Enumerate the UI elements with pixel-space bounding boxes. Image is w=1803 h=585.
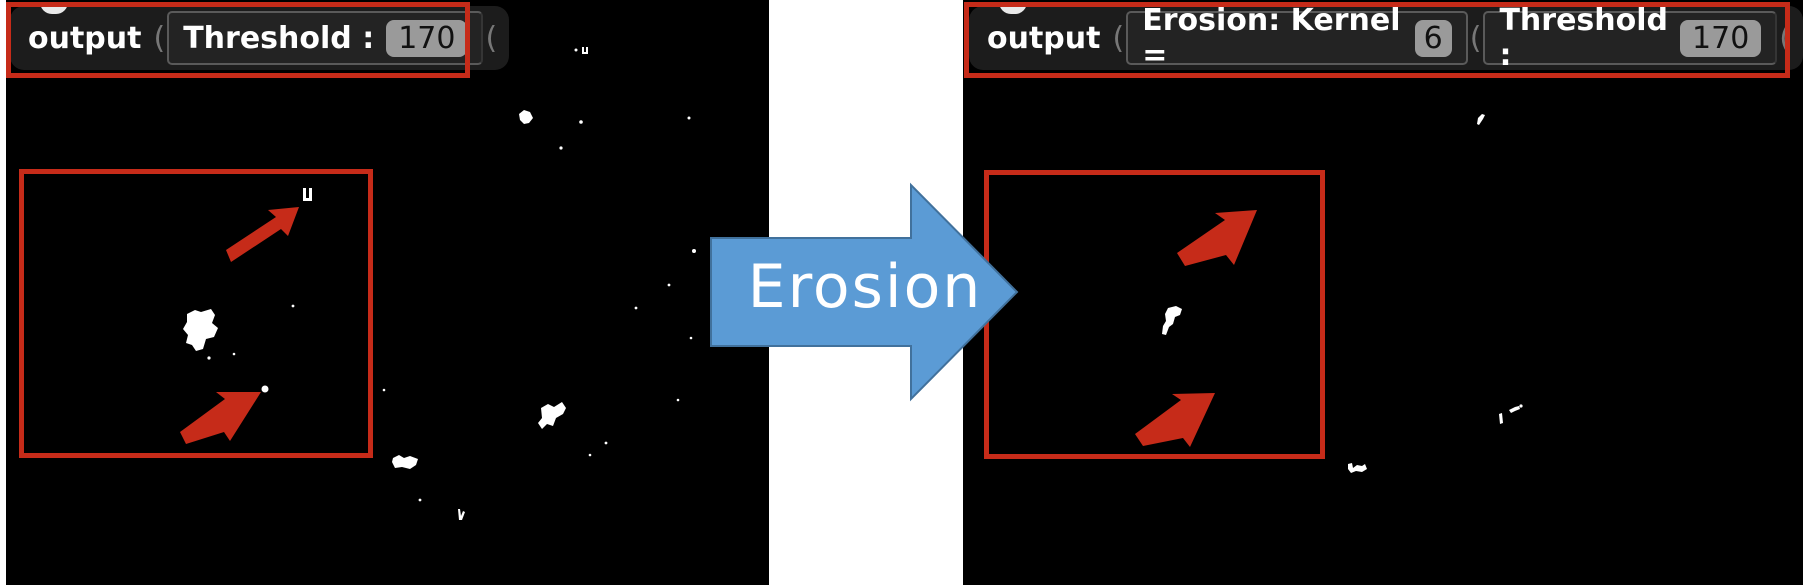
- block-highlight-box: [6, 2, 470, 78]
- eroded-output-panel: output ( Erosion: Kernel = 6 ( Threshold…: [963, 0, 1803, 585]
- threshold-output-panel: output ( Threshold : 170 (: [6, 0, 769, 585]
- eroded-blob-bottom: [1348, 463, 1367, 473]
- region-highlight-box: [984, 170, 1325, 459]
- block-highlight-box: [964, 2, 1790, 78]
- erosion-arrow-label: Erosion: [747, 252, 983, 322]
- region-highlight-box: [19, 169, 373, 458]
- erosion-arrow: Erosion: [710, 182, 1020, 402]
- eroded-blob-upper: [1477, 114, 1485, 125]
- blob-bottom: [392, 455, 418, 469]
- blob-right-mid: [538, 402, 566, 429]
- blob-upper: [519, 110, 533, 124]
- paren-glyph: (: [485, 20, 498, 56]
